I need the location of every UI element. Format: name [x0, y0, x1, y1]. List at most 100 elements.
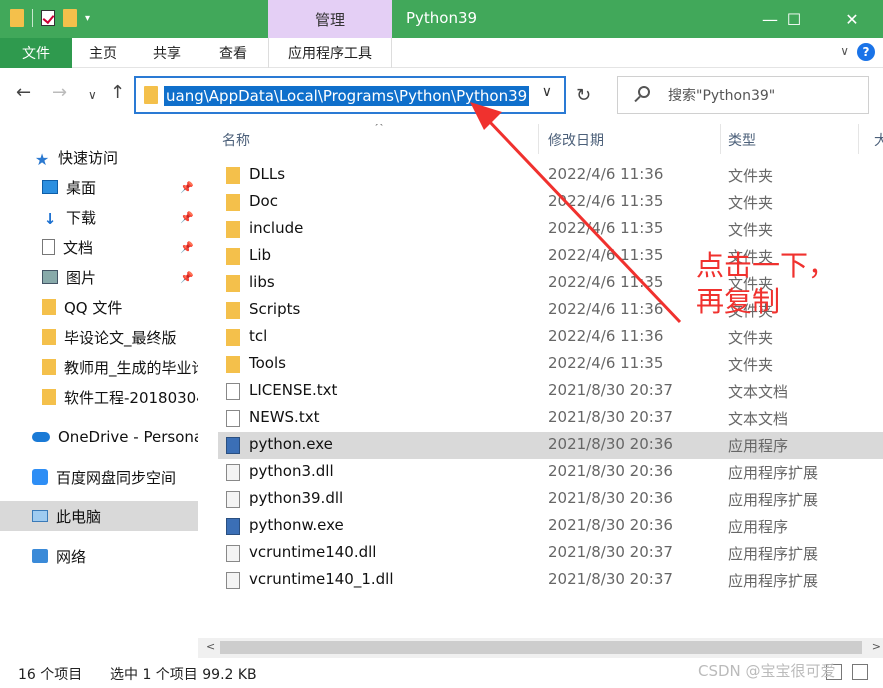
sidebar-item-label: 桌面: [66, 178, 97, 197]
folder-icon: [226, 329, 240, 346]
sidebar-item-desktop[interactable]: 桌面 📌: [0, 172, 198, 202]
file-row[interactable]: LICENSE.txt 2021/8/30 20:37 文本文档: [218, 378, 883, 405]
python-exe-icon: [226, 518, 240, 535]
file-row[interactable]: Tools 2022/4/6 11:35 文件夹: [218, 351, 883, 378]
tab-share[interactable]: 共享: [138, 38, 196, 68]
sidebar-item-onedrive[interactable]: OneDrive - Persona: [0, 422, 198, 452]
file-row[interactable]: pythonw.exe 2021/8/30 20:36 应用程序: [218, 513, 883, 540]
sidebar-item-quick-access[interactable]: ★ 快速访问: [0, 142, 198, 172]
quick-access-toolbar: ▾: [10, 9, 90, 27]
up-arrow-icon[interactable]: ↑: [110, 82, 125, 103]
file-date: 2021/8/30 20:37: [548, 543, 673, 561]
sidebar-item-thesis-final[interactable]: 毕设论文_最终版: [0, 322, 198, 352]
tab-home[interactable]: 主页: [74, 38, 132, 68]
refresh-icon[interactable]: ↻: [576, 85, 591, 106]
file-date: 2021/8/30 20:36: [548, 516, 673, 534]
file-name: python3.dll: [249, 462, 334, 480]
large-icons-view-icon[interactable]: [852, 664, 868, 680]
column-divider[interactable]: [858, 124, 859, 154]
sidebar-item-downloads[interactable]: ↓ 下载 📌: [0, 202, 198, 232]
file-row[interactable]: NEWS.txt 2021/8/30 20:37 文本文档: [218, 405, 883, 432]
column-header-type[interactable]: 类型: [728, 130, 756, 150]
file-row[interactable]: python3.dll 2021/8/30 20:36 应用程序扩展: [218, 459, 883, 486]
sidebar-item-pictures[interactable]: 图片 📌: [0, 262, 198, 292]
folder-icon[interactable]: [10, 9, 24, 27]
sidebar-item-baidu-netdisk[interactable]: 百度网盘同步空间: [0, 462, 198, 492]
expand-ribbon-icon[interactable]: ∨: [840, 44, 849, 58]
file-name: libs: [249, 273, 275, 291]
sidebar-item-label: 网络: [56, 547, 87, 566]
tab-application-tools[interactable]: 应用程序工具: [268, 38, 392, 68]
horizontal-scrollbar[interactable]: < >: [198, 638, 883, 658]
file-row[interactable]: python.exe 2021/8/30 20:36 应用程序: [218, 432, 883, 459]
sidebar-item-documents[interactable]: 文档 📌: [0, 232, 198, 262]
help-icon[interactable]: ?: [857, 43, 875, 61]
download-icon: ↓: [43, 210, 57, 228]
file-date: 2021/8/30 20:36: [548, 435, 673, 453]
address-path-text[interactable]: uang\AppData\Local\Programs\Python\Pytho…: [164, 86, 530, 106]
ribbon: 文件 主页 共享 查看 应用程序工具 ∨ ?: [0, 38, 883, 68]
column-header-date[interactable]: 修改日期: [548, 130, 604, 150]
maximize-button[interactable]: ☐: [771, 0, 817, 38]
file-row[interactable]: Doc 2022/4/6 11:35 文件夹: [218, 189, 883, 216]
properties-icon[interactable]: [41, 10, 55, 26]
folder-icon: [226, 221, 240, 238]
file-row[interactable]: vcruntime140_1.dll 2021/8/30 20:37 应用程序扩展: [218, 567, 883, 594]
file-date: 2022/4/6 11:35: [548, 246, 664, 264]
sidebar-item-label: 软件工程-20180304: [64, 388, 198, 407]
window-title: Python39: [406, 9, 478, 27]
manage-tab[interactable]: 管理: [268, 0, 392, 38]
file-name: vcruntime140_1.dll: [249, 570, 394, 588]
file-date: 2022/4/6 11:36: [548, 327, 664, 345]
file-row[interactable]: tcl 2022/4/6 11:36 文件夹: [218, 324, 883, 351]
recent-locations-icon[interactable]: ∨: [88, 88, 97, 102]
file-name: DLLs: [249, 165, 286, 183]
forward-arrow-icon[interactable]: →: [52, 82, 67, 103]
sidebar-item-label: 此电脑: [56, 507, 102, 526]
file-row[interactable]: include 2022/4/6 11:35 文件夹: [218, 216, 883, 243]
column-divider[interactable]: [538, 124, 539, 154]
sidebar-item-label: 图片: [66, 268, 97, 287]
sidebar-item-qq-files[interactable]: QQ 文件: [0, 292, 198, 322]
sidebar-item-label: 毕设论文_最终版: [64, 328, 177, 347]
sidebar-item-network[interactable]: 网络: [0, 541, 198, 571]
network-icon: [32, 549, 48, 563]
sidebar-item-this-pc[interactable]: 此电脑: [0, 501, 198, 531]
sidebar-item-software-engineering[interactable]: 软件工程-20180304: [0, 382, 198, 412]
watermark: CSDN @宝宝很可爱: [698, 662, 836, 680]
chevron-down-icon[interactable]: ∨: [542, 84, 552, 100]
file-type: 文件夹: [728, 221, 774, 239]
tab-view[interactable]: 查看: [204, 38, 262, 68]
scroll-right-arrow-icon[interactable]: >: [872, 640, 881, 653]
annotation-line-2: 再复制: [696, 285, 781, 318]
sidebar-item-label: 教师用_生成的毕业论: [64, 358, 198, 377]
scroll-left-arrow-icon[interactable]: <: [206, 640, 215, 653]
sidebar-item-teacher-thesis[interactable]: 教师用_生成的毕业论: [0, 352, 198, 382]
back-arrow-icon[interactable]: ←: [16, 82, 31, 103]
customize-toolbar-button[interactable]: ▾: [85, 13, 90, 24]
folder-icon: [226, 248, 240, 265]
column-divider[interactable]: [720, 124, 721, 154]
close-button[interactable]: ✕: [829, 0, 875, 38]
folder-icon: [42, 329, 56, 345]
address-input[interactable]: uang\AppData\Local\Programs\Python\Pytho…: [134, 76, 566, 114]
search-input[interactable]: 搜索"Python39": [617, 76, 869, 114]
new-folder-icon[interactable]: [63, 9, 77, 27]
tab-file[interactable]: 文件: [0, 38, 72, 68]
sidebar-item-label: 百度网盘同步空间: [56, 468, 177, 487]
column-header-name[interactable]: 名称: [222, 130, 250, 150]
file-row[interactable]: DLLs 2022/4/6 11:36 文件夹: [218, 162, 883, 189]
column-header-size[interactable]: 大: [874, 130, 883, 150]
pin-icon: 📌: [180, 180, 194, 194]
pictures-icon: [42, 270, 58, 284]
file-name: vcruntime140.dll: [249, 543, 377, 561]
search-icon: [638, 86, 650, 98]
file-row[interactable]: vcruntime140.dll 2021/8/30 20:37 应用程序扩展: [218, 540, 883, 567]
scroll-thumb[interactable]: [220, 641, 862, 654]
file-row[interactable]: python39.dll 2021/8/30 20:36 应用程序扩展: [218, 486, 883, 513]
sidebar-item-label: OneDrive - Persona: [58, 428, 198, 446]
file-type: 应用程序扩展: [728, 545, 819, 563]
search-placeholder: 搜索"Python39": [668, 88, 776, 104]
file-type: 文件夹: [728, 329, 774, 347]
address-bar-row: ← → ∨ ↑ uang\AppData\Local\Programs\Pyth…: [0, 68, 883, 124]
